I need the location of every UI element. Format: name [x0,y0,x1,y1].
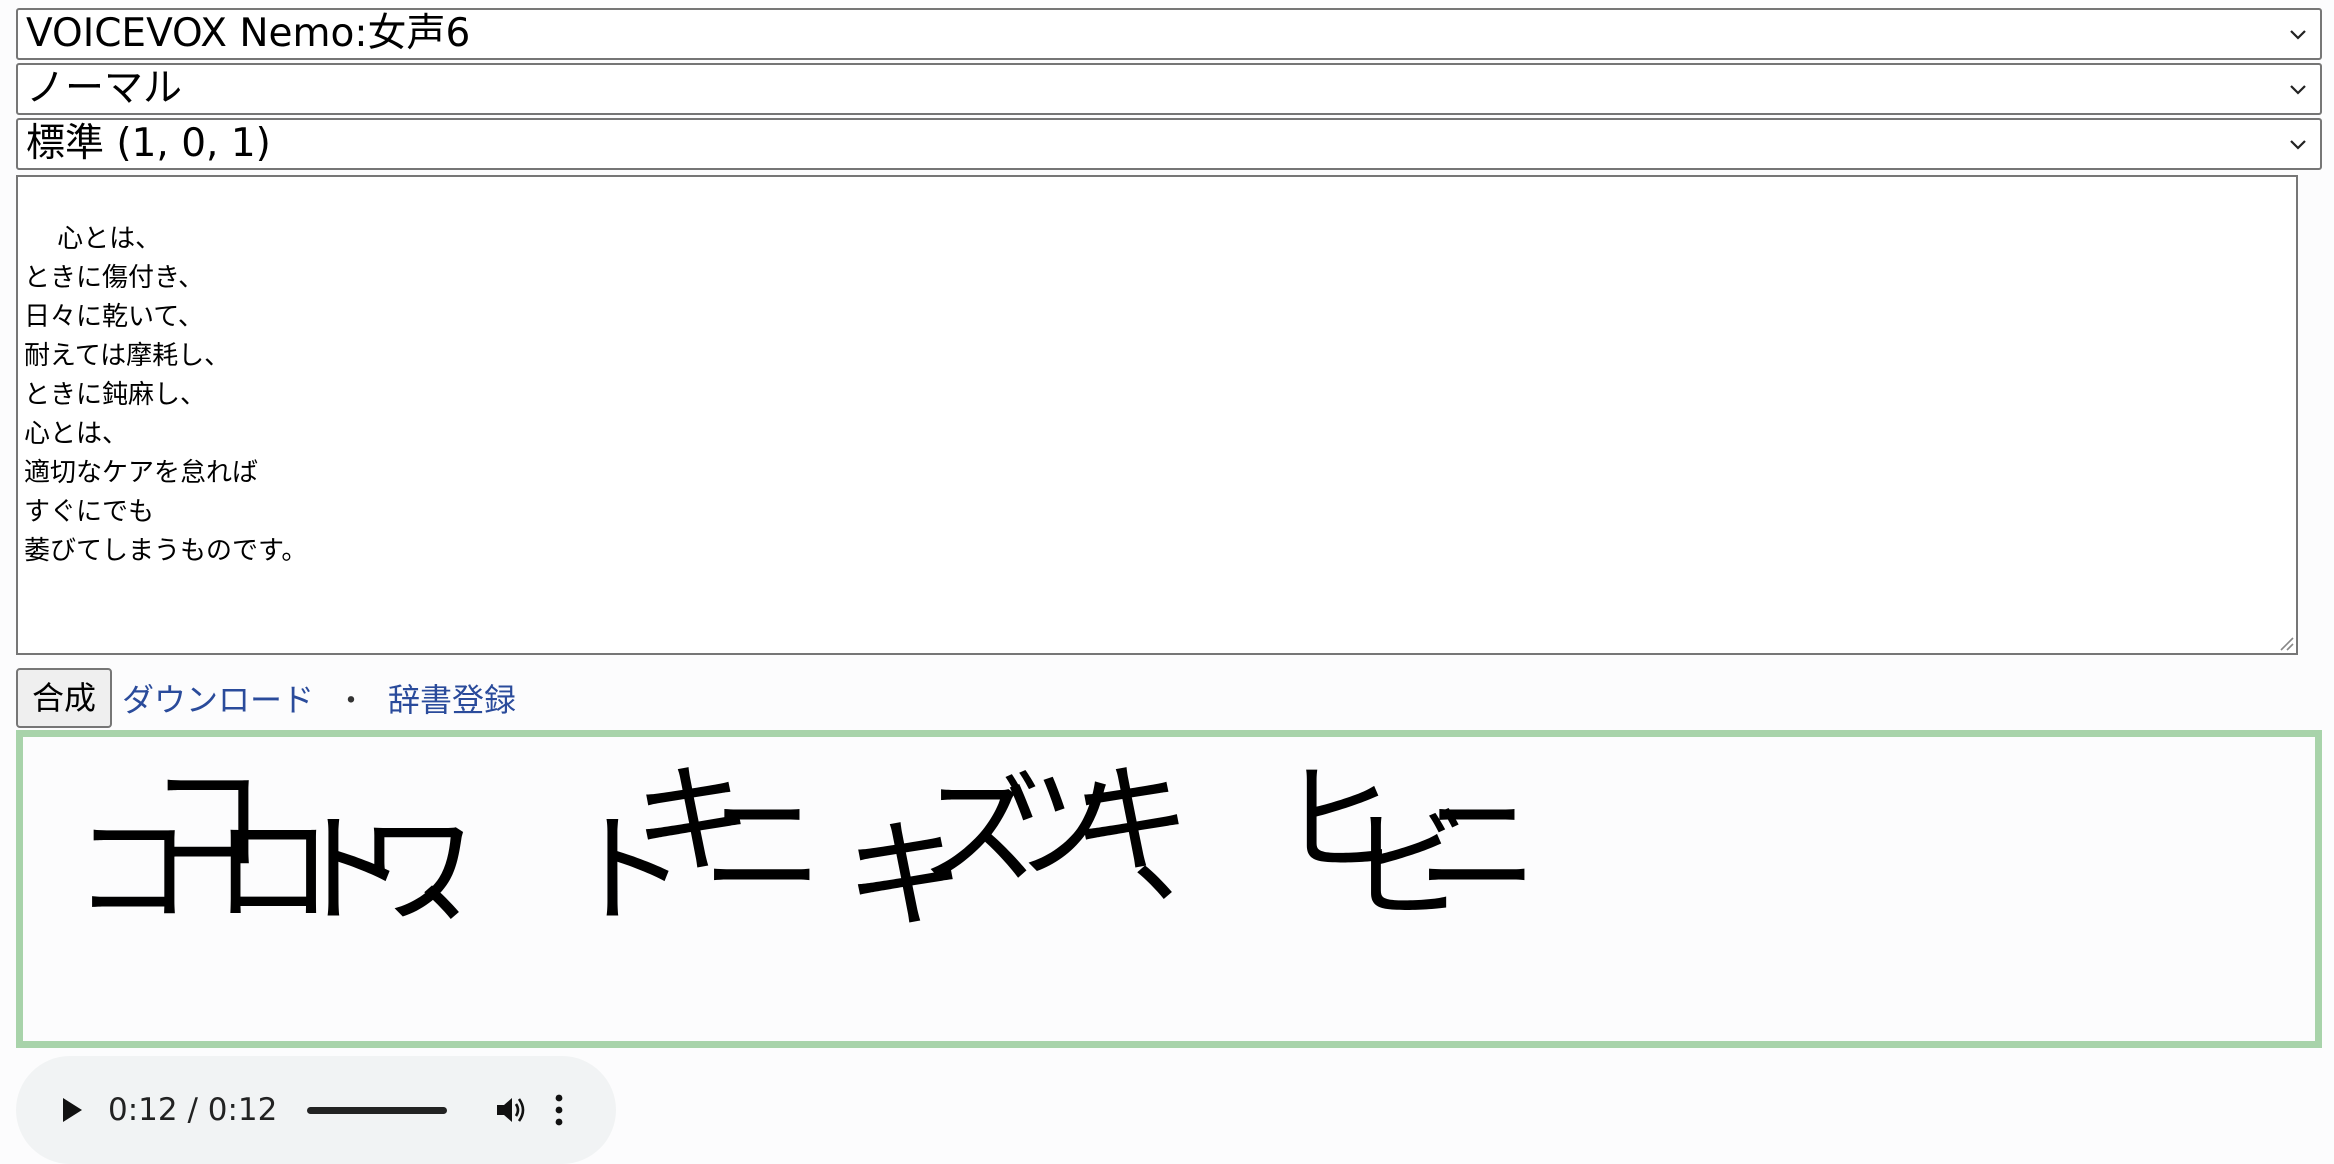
separator: ・ [336,684,367,719]
action-bar: 合成 ダウンロード ・ 辞書登録 [16,668,516,728]
chevron-down-icon [2290,30,2306,40]
page: VOICEVOX Nemo:女声6 ノーマル 標準 (1, 0, 1) 心とは、… [16,8,2322,1164]
more-vert-icon[interactable] [553,1090,565,1130]
style-select[interactable]: ノーマル [16,63,2322,115]
preset-select[interactable]: 標準 (1, 0, 1) [16,118,2322,170]
chevron-down-icon [2290,85,2306,95]
preset-select-value: 標準 (1, 0, 1) [26,121,271,166]
speaker-select-value: VOICEVOX Nemo:女声6 [26,11,471,56]
play-icon[interactable] [56,1095,86,1125]
text-input-value: 心とは、 ときに傷付き、 日々に乾いて、 耐えては摩耗し、 ときに鈍麻し、 心と… [24,224,308,566]
volume-icon[interactable] [491,1090,531,1130]
resize-handle-icon[interactable] [2276,633,2294,651]
chevron-down-icon [2290,140,2306,150]
mora[interactable]: ニ [1418,787,1538,907]
audio-progress-slider[interactable] [307,1106,448,1114]
mora[interactable]: 、 [1131,792,1251,912]
text-input[interactable]: 心とは、 ときに傷付き、 日々に乾いて、 耐えては摩耗し、 ときに鈍麻し、 心と… [16,175,2298,655]
audio-player: 0:12 / 0:12 [16,1056,616,1164]
synthesize-button[interactable]: 合成 [16,668,113,728]
style-select-value: ノーマル [26,66,183,111]
mora[interactable]: 、 [418,812,538,932]
mora[interactable]: ニ [703,787,823,907]
speaker-select[interactable]: VOICEVOX Nemo:女声6 [16,8,2322,60]
audio-time: 0:12 / 0:12 [108,1092,278,1128]
dictionary-link[interactable]: 辞書登録 [388,675,516,721]
accent-phrase-editor: コ コ ロ ト ワ 、 ト キ ニ キ ズ ツ キ 、 ヒ ビ ニ [16,730,2322,1048]
download-link[interactable]: ダウンロード [122,675,314,721]
